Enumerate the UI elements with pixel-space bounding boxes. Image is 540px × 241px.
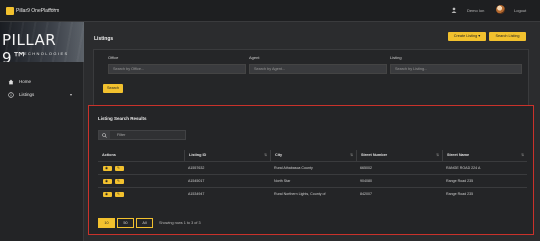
listing-id: A1534947 [188, 192, 205, 196]
eye-icon: ◉ [105, 192, 109, 196]
filter-input[interactable]: Filter [98, 130, 186, 140]
user-icon[interactable] [451, 7, 457, 13]
page-size-all[interactable]: All [136, 218, 153, 228]
chevron-down-icon[interactable]: ▾ [70, 92, 72, 97]
search-panel: Office Search by Office... Agent Search … [93, 49, 529, 107]
edit-icon: ✎ [117, 179, 120, 183]
page-title: Listings [94, 36, 114, 42]
sidebar-item-listings[interactable]: Listings ▾ [0, 89, 84, 101]
sort-icon[interactable]: ⇅ [264, 150, 267, 161]
listing-search-input[interactable]: Search by Listing... [390, 64, 522, 74]
pager-info: Showing rows 1 to 3 of 3 [159, 221, 201, 225]
logout-link[interactable]: Logout [514, 8, 526, 13]
edit-button[interactable]: ✎ [115, 179, 124, 184]
search-button[interactable]: Search [103, 84, 123, 93]
page-size-50[interactable]: 50 [117, 218, 134, 228]
edit-button[interactable]: ✎ [115, 192, 124, 197]
sort-icon[interactable]: ⇅ [521, 150, 524, 161]
column-header[interactable]: Actions [98, 150, 184, 161]
column-header[interactable]: Listing ID ⇅ [184, 150, 270, 161]
sidebar-item-label: Home [19, 79, 32, 84]
column-header[interactable]: Street Name ⇅ [442, 150, 527, 161]
table-row: ◉ ✎ A1545017 North Star 904080 Range Roa… [98, 174, 527, 187]
brand-subtitle: TECHNOLOGIES [20, 51, 69, 56]
search-icon [99, 131, 110, 139]
info-icon [8, 92, 14, 98]
edit-icon: ✎ [117, 192, 120, 196]
top-bar: Pillar9 OnePlatform Beta Demo Ion Logout [0, 0, 540, 22]
user-name[interactable]: Demo Ion [467, 8, 484, 13]
sidebar-item-label: Listings [19, 92, 35, 97]
column-header[interactable]: Street Number ⇅ [356, 150, 442, 161]
search-listing-button[interactable]: Search Listing [489, 32, 526, 41]
agent-search-input[interactable]: Search by Agent... [249, 64, 387, 74]
brand-name: PILLAR 9™ [2, 31, 57, 62]
brand-logo: PILLAR 9™ TECHNOLOGIES [0, 22, 84, 62]
listing-label: Listing [390, 55, 402, 60]
view-button[interactable]: ◉ [103, 192, 112, 197]
avatar[interactable] [496, 5, 505, 14]
home-icon [8, 79, 14, 85]
column-header[interactable]: City ⇅ [270, 150, 356, 161]
agent-label: Agent [249, 55, 260, 60]
street-number: 842007 [360, 192, 372, 196]
view-button[interactable]: ◉ [103, 179, 112, 184]
beta-badge: Beta [49, 7, 56, 11]
page-size-10[interactable]: 10 [98, 218, 115, 228]
office-search-input[interactable]: Search by Office... [108, 64, 246, 74]
street-name: Range Road 235 [446, 192, 474, 196]
sidebar-item-home[interactable]: Home [0, 76, 84, 88]
office-label: Office [108, 55, 119, 60]
results-title: Listing Search Results [98, 116, 147, 121]
sort-icon[interactable]: ⇅ [350, 150, 353, 161]
table-row: ◉ ✎ A1534947 Rural Northern Lights, Coun… [98, 187, 527, 200]
create-listing-button[interactable]: Create Listing ▾ [448, 32, 486, 41]
view-button[interactable]: ◉ [103, 166, 112, 171]
table-row: ◉ ✎ A1557632 Rural Athabasca County 6650… [98, 161, 527, 174]
eye-icon: ◉ [105, 166, 109, 170]
city: Rural Northern Lights, County of [274, 192, 326, 196]
edit-icon: ✎ [117, 166, 120, 170]
listing-search-results: Listing Search Results Filter Actions Li… [88, 105, 534, 235]
eye-icon: ◉ [105, 179, 109, 183]
edit-button[interactable]: ✎ [115, 166, 124, 171]
sidebar: PILLAR 9™ TECHNOLOGIES Home Listings ▾ [0, 22, 84, 241]
sort-icon[interactable]: ⇅ [436, 150, 439, 161]
app-logo-icon [6, 7, 14, 15]
